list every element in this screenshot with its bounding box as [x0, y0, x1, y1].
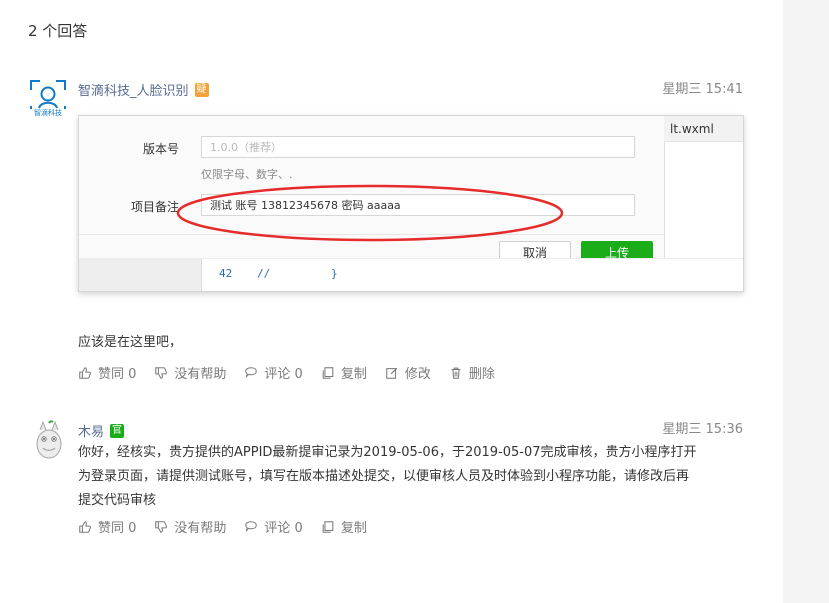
thumbs-up-icon: [79, 520, 91, 533]
copy-button[interactable]: 复制: [321, 363, 367, 382]
comment-label: 评论 0: [264, 367, 303, 382]
answer-text: 应该是在这里吧，: [78, 335, 183, 350]
trash-icon: [451, 367, 461, 379]
note-label: 项目备注: [131, 200, 180, 214]
code-editor-background: 42 // }: [79, 258, 743, 291]
official-badge: 官: [110, 423, 125, 438]
avatar[interactable]: 智滴科技: [28, 78, 68, 118]
answers-count: 2 个回答: [28, 22, 88, 40]
comment-button[interactable]: 评论 0: [244, 363, 303, 382]
file-tree-strip: [79, 259, 202, 291]
comment-icon: [245, 366, 258, 378]
unhelpful-label: 没有帮助: [174, 367, 227, 382]
file-tab[interactable]: lt.wxml: [664, 116, 743, 142]
comment-icon: [245, 520, 258, 532]
version-input[interactable]: 1.0.0（推荐）: [201, 136, 635, 158]
code-line-number: 42: [219, 267, 233, 280]
copy-button[interactable]: 复制: [321, 517, 367, 536]
author-row: 木易 官: [78, 421, 125, 440]
thumbs-down-icon: [155, 366, 168, 379]
answer-actions: 赞同 0 没有帮助 评论 0 复制: [78, 363, 495, 382]
totoro-avatar-icon: [30, 420, 70, 460]
note-input[interactable]: 测试 账号 13812345678 密码 aaaaa: [201, 194, 635, 216]
version-hint: 仅限字母、数字、.: [201, 168, 293, 181]
thumbs-up-icon: [79, 366, 91, 379]
qa-page: 2 个回答 智滴科技 智滴科技_人脸识别 疑 星期三 15:41 版本号 1.0…: [0, 0, 829, 603]
answer-time: 星期三 15:41: [662, 82, 743, 97]
embedded-screenshot: 版本号 1.0.0（推荐） 仅限字母、数字、. 项目备注 测试 账号 13812…: [78, 115, 744, 292]
author-name[interactable]: 智滴科技_人脸识别: [78, 80, 189, 99]
avatar-text: 智滴科技: [28, 109, 68, 117]
like-button[interactable]: 赞同 0: [78, 363, 136, 382]
answer-actions: 赞同 0 没有帮助 评论 0 复制: [78, 517, 367, 536]
comment-button[interactable]: 评论 0: [244, 517, 303, 536]
like-label: 赞同 0: [98, 367, 137, 382]
avatar[interactable]: [30, 420, 70, 460]
like-button[interactable]: 赞同 0: [78, 517, 136, 536]
version-label: 版本号: [143, 142, 180, 156]
comment-label: 评论 0: [264, 521, 303, 536]
copy-label: 复制: [340, 521, 367, 536]
thumbs-down-icon: [155, 520, 168, 533]
edit-icon: [386, 367, 398, 379]
edit-label: 修改: [404, 367, 431, 382]
upload-dialog: 版本号 1.0.0（推荐） 仅限字母、数字、. 项目备注 测试 账号 13812…: [79, 116, 665, 271]
edit-button[interactable]: 修改: [385, 363, 431, 382]
right-gutter: [783, 0, 829, 603]
unhelpful-label: 没有帮助: [174, 521, 227, 536]
unhelpful-button[interactable]: 没有帮助: [154, 363, 226, 382]
code-brace: }: [331, 267, 338, 280]
copy-icon: [322, 366, 334, 379]
author-name[interactable]: 木易: [78, 421, 104, 440]
answer-time: 星期三 15:36: [662, 422, 743, 437]
code-comment: //: [257, 267, 271, 280]
author-row: 智滴科技_人脸识别 疑: [78, 80, 209, 99]
role-badge: 疑: [194, 82, 209, 97]
delete-label: 删除: [468, 367, 495, 382]
copy-icon: [322, 520, 334, 533]
delete-button[interactable]: 删除: [449, 363, 495, 382]
answer-text: 你好，经核实，贵方提供的APPID最新提审记录为2019-05-06，于2019…: [78, 445, 697, 508]
unhelpful-button[interactable]: 没有帮助: [154, 517, 226, 536]
copy-label: 复制: [340, 367, 367, 382]
like-label: 赞同 0: [98, 521, 137, 536]
